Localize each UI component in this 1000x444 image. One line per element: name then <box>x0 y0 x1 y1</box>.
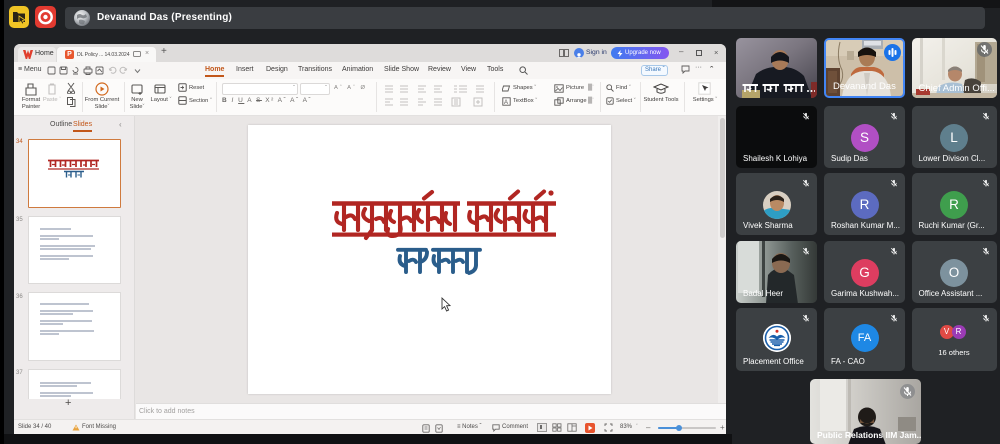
svg-text:A: A <box>504 100 508 106</box>
